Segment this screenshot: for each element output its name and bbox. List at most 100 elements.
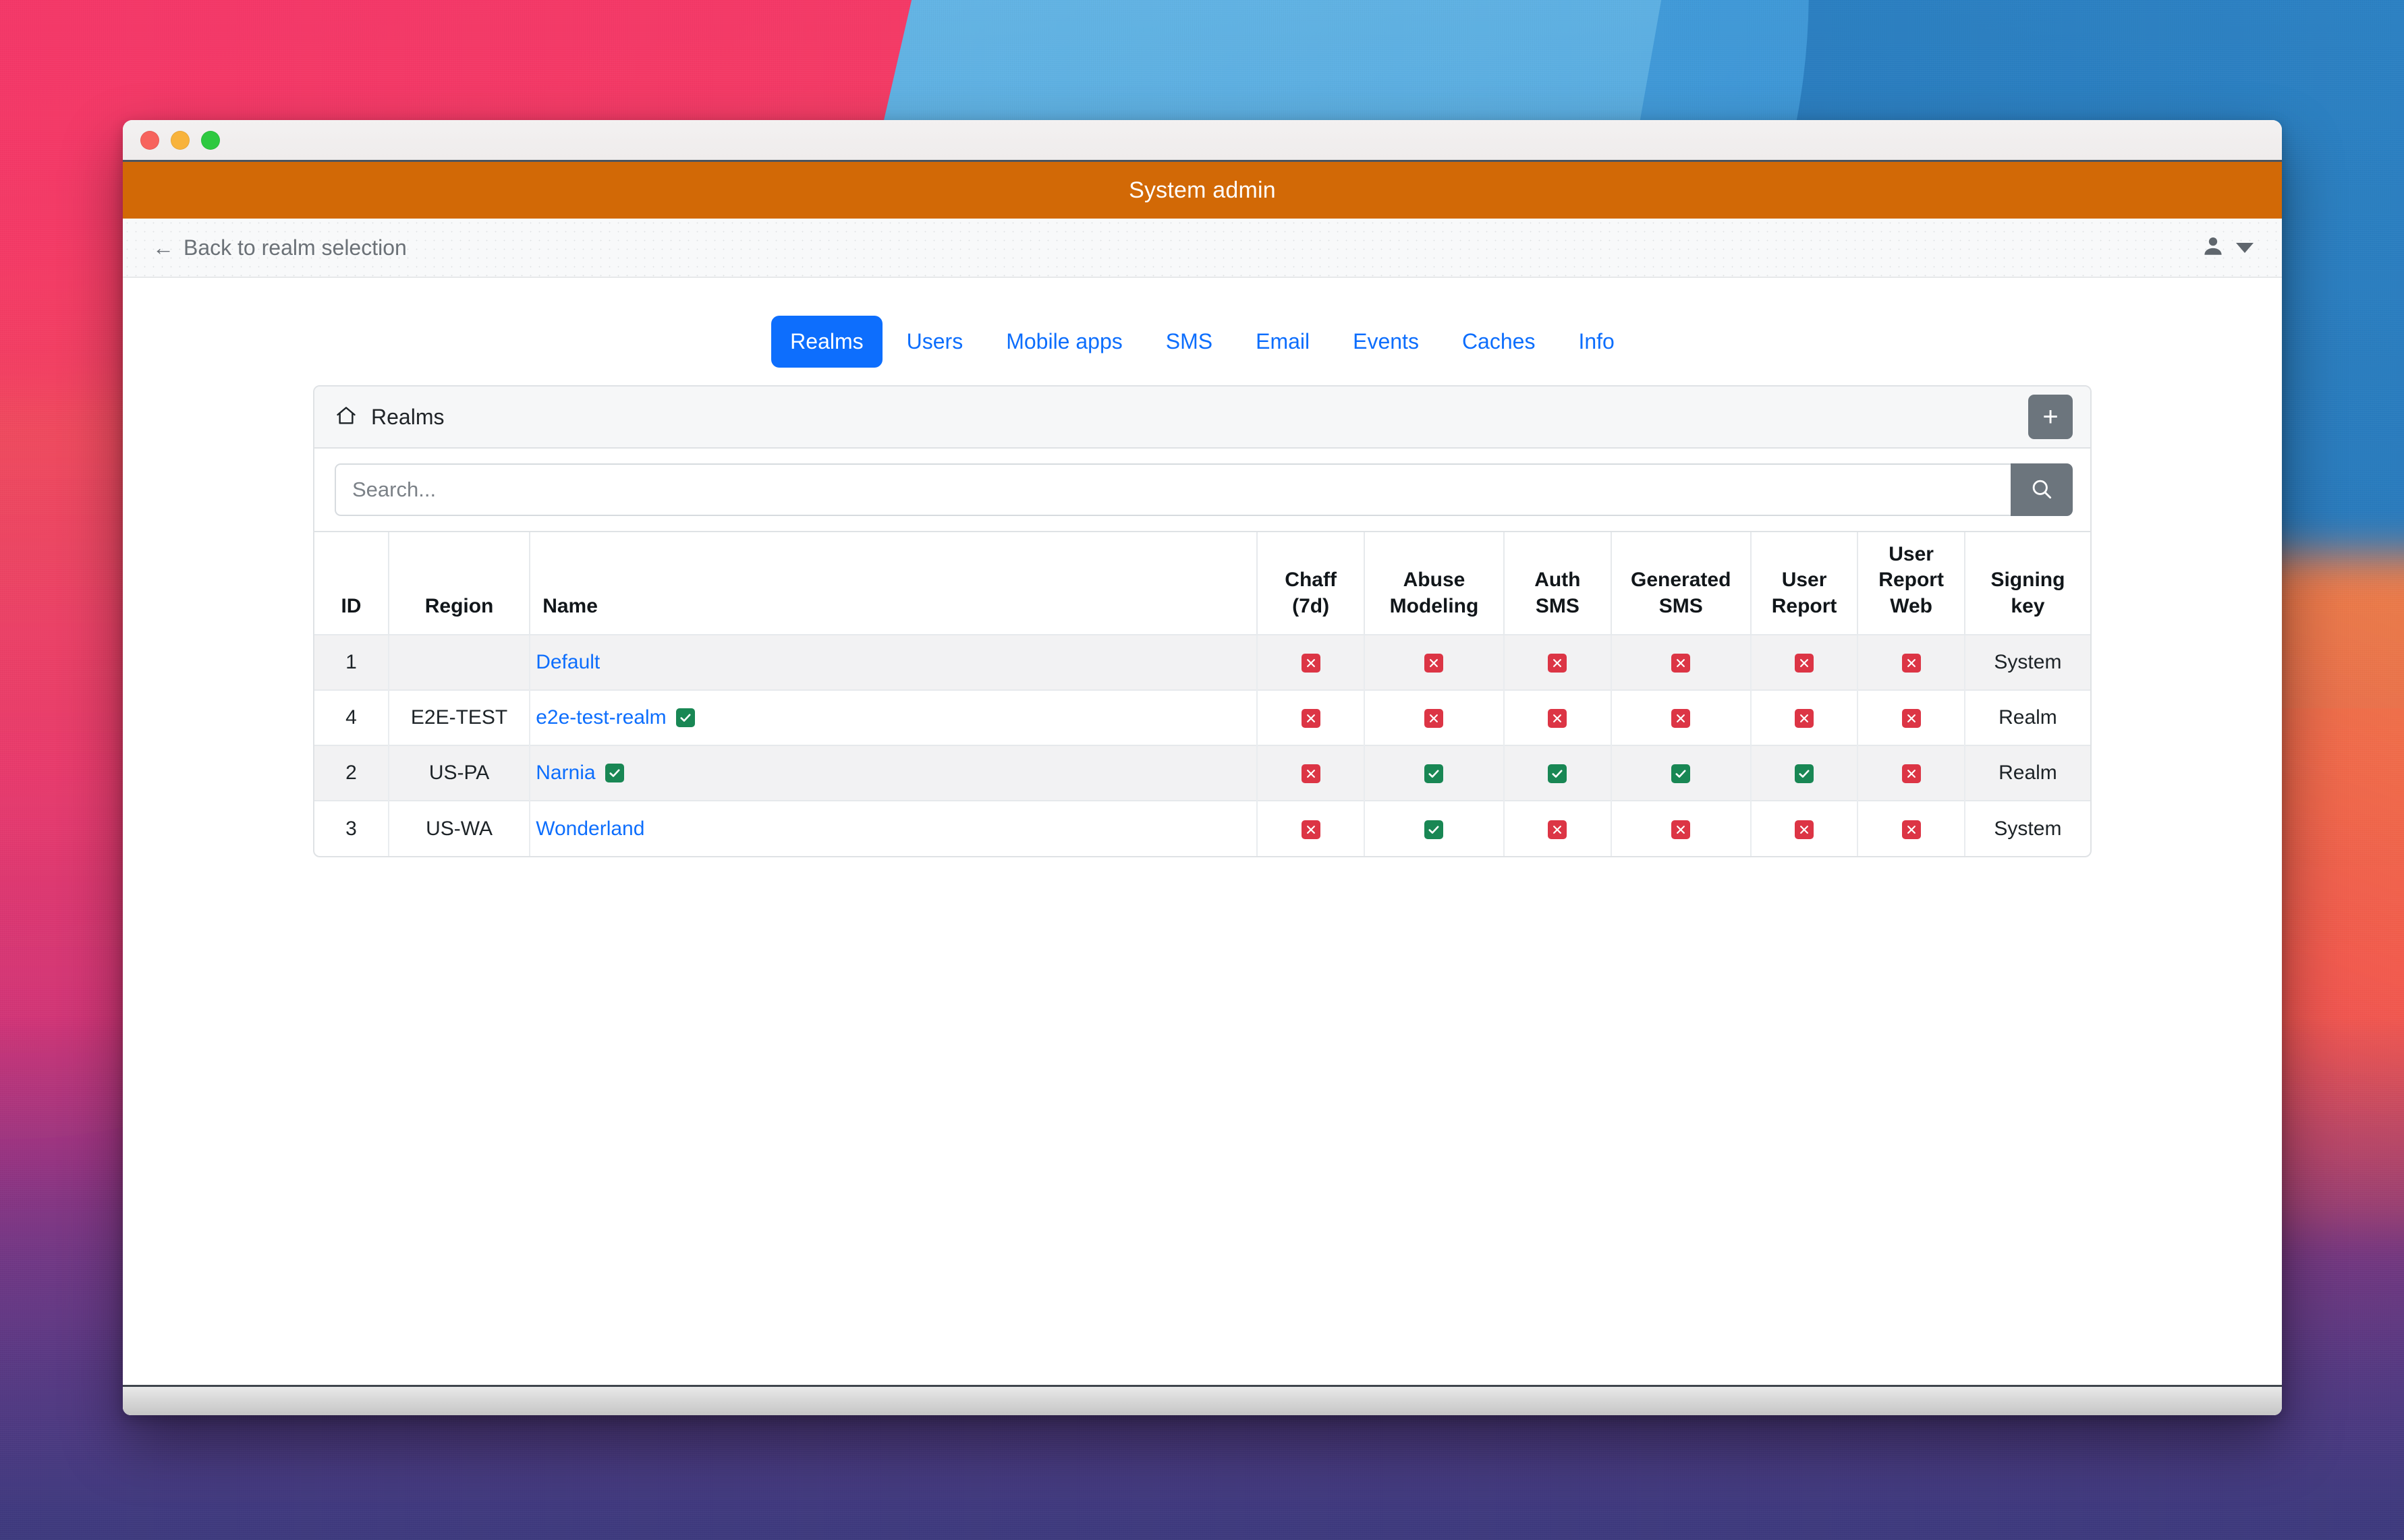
realms-card-header-left: Realms <box>335 404 444 430</box>
status-disabled-icon <box>1301 820 1320 839</box>
status-disabled-icon <box>1301 709 1320 729</box>
table-row[interactable]: 2 US-PA Narnia Realm <box>314 745 2090 801</box>
col-header-generated-sms[interactable]: Generated SMS <box>1610 530 1751 635</box>
cell-user-report <box>1750 745 1858 801</box>
cell-name: Default <box>529 634 1258 691</box>
col-header-user-report[interactable]: User Report <box>1750 530 1858 635</box>
user-menu[interactable] <box>2201 234 2254 262</box>
cell-generated-sms <box>1610 634 1751 691</box>
col-header-chaff[interactable]: Chaff (7d) <box>1256 530 1364 635</box>
maximize-window-button[interactable] <box>201 130 220 150</box>
status-disabled-icon <box>1901 654 1921 673</box>
chevron-down-icon <box>2236 242 2254 253</box>
realms-table: ID Region Name Chaff (7d) Abuse Modeling A… <box>314 530 2090 857</box>
search-input[interactable] <box>335 463 2011 516</box>
main-content: Realms Users Mobile apps SMS Email Event… <box>123 278 2282 1415</box>
realms-search-row <box>314 449 2090 531</box>
primary-nav-tabs: Realms Users Mobile apps SMS Email Event… <box>123 316 2282 368</box>
status-disabled-icon <box>1671 820 1691 839</box>
cell-region <box>387 634 530 691</box>
close-window-button[interactable] <box>140 130 159 150</box>
col-header-user-report-web[interactable]: User Report Web <box>1857 530 1965 635</box>
cell-abuse-modeling <box>1363 745 1505 801</box>
status-disabled-icon <box>1901 709 1921 729</box>
realm-name-wrapper: Wonderland <box>536 818 1251 840</box>
cell-chaff <box>1256 800 1364 857</box>
tab-realms[interactable]: Realms <box>771 316 883 368</box>
status-disabled-icon <box>1301 764 1320 784</box>
cell-user-report-web <box>1857 800 1965 857</box>
cell-generated-sms <box>1610 689 1751 746</box>
status-disabled-icon <box>1548 654 1567 673</box>
realms-card-title: Realms <box>371 404 445 429</box>
status-disabled-icon <box>1901 820 1921 839</box>
realm-link[interactable]: Default <box>536 651 600 674</box>
browser-window: System admin ← Back to realm selection R… <box>123 120 2282 1415</box>
app-header-bar: System admin <box>123 162 2282 219</box>
table-row[interactable]: 4 E2E-TEST e2e-test-realm Realm <box>314 689 2090 746</box>
window-footer-chrome <box>123 1385 2282 1415</box>
cell-chaff <box>1256 689 1364 746</box>
cell-id: 2 <box>314 745 389 801</box>
cell-signing-key: System <box>1963 800 2090 857</box>
tab-info[interactable]: Info <box>1559 316 1633 368</box>
status-disabled-icon <box>1795 820 1814 839</box>
tab-email[interactable]: Email <box>1237 316 1329 368</box>
realm-link[interactable]: Narnia <box>536 762 595 785</box>
realm-link[interactable]: e2e-test-realm <box>536 706 666 729</box>
cell-region: US-WA <box>387 800 530 857</box>
cell-user-report-web <box>1857 745 1965 801</box>
tab-mobile-apps[interactable]: Mobile apps <box>987 316 1142 368</box>
status-disabled-icon <box>1548 820 1567 839</box>
col-header-user-report-web-text: User Report Web <box>1878 543 1944 617</box>
minimize-window-button[interactable] <box>171 130 190 150</box>
realm-link[interactable]: Wonderland <box>536 818 644 840</box>
col-header-abuse-modeling[interactable]: Abuse Modeling <box>1363 530 1505 635</box>
page-toolbar: ← Back to realm selection <box>123 219 2282 278</box>
add-realm-button[interactable]: + <box>2028 395 2073 439</box>
search-button[interactable] <box>2011 463 2073 516</box>
col-header-chaff-line1: Chaff (7d) <box>1285 569 1337 617</box>
cell-user-report <box>1750 800 1858 857</box>
cell-name: e2e-test-realm <box>529 689 1258 746</box>
col-header-id[interactable]: ID <box>314 530 389 635</box>
status-enabled-icon <box>1671 764 1691 784</box>
realm-verified-icon <box>605 764 624 783</box>
realms-table-head: ID Region Name Chaff (7d) Abuse Modeling A… <box>314 530 2090 635</box>
col-header-signing-key[interactable]: Signing key <box>1963 530 2090 635</box>
col-header-name[interactable]: Name <box>529 530 1258 635</box>
status-disabled-icon <box>1795 709 1814 729</box>
cell-name: Narnia <box>529 745 1258 801</box>
col-header-region[interactable]: Region <box>387 530 530 635</box>
col-header-auth-sms[interactable]: Auth SMS <box>1503 530 1611 635</box>
realm-name-wrapper: Default <box>536 651 1251 674</box>
tab-caches[interactable]: Caches <box>1443 316 1555 368</box>
realm-name-wrapper: e2e-test-realm <box>536 706 1251 729</box>
cell-region: E2E-TEST <box>387 689 530 746</box>
col-header-signing-key-text: Signing key <box>1990 569 2065 617</box>
person-icon <box>2201 234 2225 262</box>
search-icon <box>2029 476 2054 504</box>
cell-abuse-modeling <box>1363 689 1505 746</box>
back-to-realm-selection-link[interactable]: ← Back to realm selection <box>152 235 407 260</box>
cell-name: Wonderland <box>529 800 1258 857</box>
cell-id: 4 <box>314 689 389 746</box>
status-disabled-icon <box>1671 654 1691 673</box>
cell-auth-sms <box>1503 745 1611 801</box>
table-row[interactable]: 3 US-WA Wonderland System <box>314 800 2090 857</box>
cell-auth-sms <box>1503 800 1611 857</box>
app-title: System admin <box>1129 177 1276 203</box>
tab-sms[interactable]: SMS <box>1147 316 1231 368</box>
cell-signing-key: Realm <box>1963 689 2090 746</box>
col-header-user-report-text: User Report <box>1771 569 1837 617</box>
cell-generated-sms <box>1610 745 1751 801</box>
cell-chaff <box>1256 634 1364 691</box>
tab-users[interactable]: Users <box>888 316 982 368</box>
cell-id: 1 <box>314 634 389 691</box>
table-row[interactable]: 1 Default System <box>314 634 2090 691</box>
col-header-abuse-modeling-text: Abuse Modeling <box>1389 569 1479 617</box>
cell-generated-sms <box>1610 800 1751 857</box>
col-header-generated-sms-text: Generated SMS <box>1631 569 1731 617</box>
tab-events[interactable]: Events <box>1334 316 1438 368</box>
status-disabled-icon <box>1424 654 1444 673</box>
